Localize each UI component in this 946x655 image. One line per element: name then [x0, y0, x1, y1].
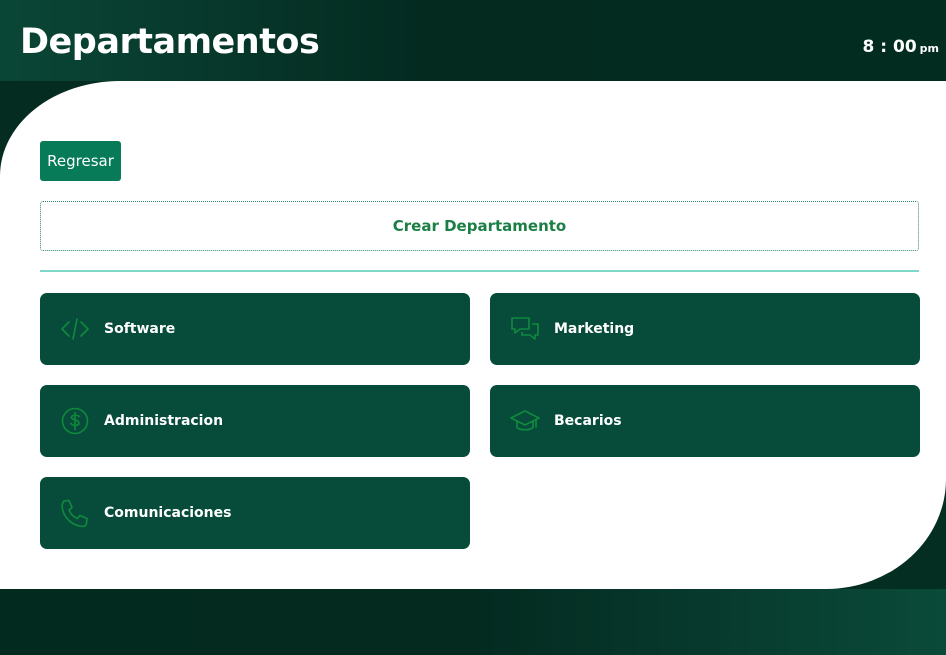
department-card-software[interactable]: Software — [40, 293, 470, 365]
department-label: Becarios — [554, 413, 622, 429]
department-label: Software — [104, 321, 176, 337]
department-card-becarios[interactable]: Becarios — [490, 385, 920, 457]
app-footer — [0, 589, 946, 655]
clock-time: 8 : 00 — [862, 37, 917, 57]
back-button[interactable]: Regresar — [40, 141, 121, 181]
chat-bubbles-icon — [510, 314, 540, 344]
create-department-button[interactable]: Crear Departamento — [40, 201, 919, 251]
clock-ampm: pm — [919, 42, 939, 55]
dollar-circle-icon — [60, 406, 90, 436]
divider — [40, 270, 919, 272]
clock: 8 : 00 pm — [863, 37, 939, 59]
code-icon — [60, 314, 90, 344]
department-label: Administracion — [104, 413, 224, 429]
department-card-administracion[interactable]: Administracion — [40, 385, 470, 457]
page-title: Departamentos — [20, 22, 320, 62]
department-label: Marketing — [554, 321, 635, 337]
phone-icon — [60, 498, 90, 528]
app-header: Departamentos 8 : 00 pm — [0, 0, 946, 81]
department-card-marketing[interactable]: Marketing — [490, 293, 920, 365]
graduation-cap-icon — [510, 406, 540, 436]
department-label: Comunicaciones — [104, 505, 232, 521]
department-card-comunicaciones[interactable]: Comunicaciones — [40, 477, 470, 549]
main-panel: Regresar Crear Departamento Software Mar… — [0, 81, 946, 589]
